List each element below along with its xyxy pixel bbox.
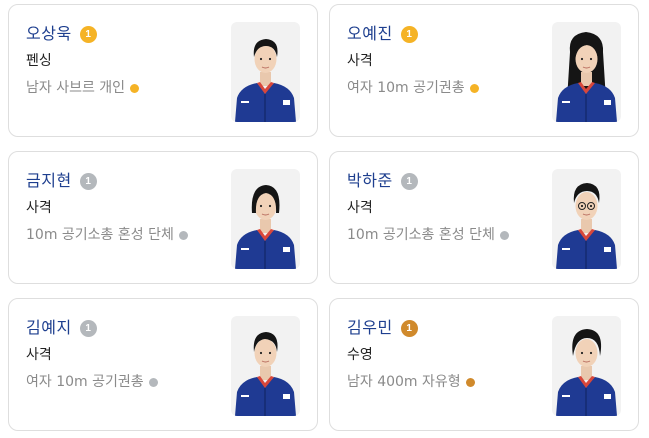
athlete-photo[interactable] [552, 316, 621, 416]
event-label: 여자 10m 공기권총 [26, 374, 144, 390]
medal-dot-icon [130, 83, 140, 93]
flag-patch [283, 247, 290, 252]
neck [581, 366, 592, 380]
eye-right [268, 204, 272, 208]
event-row: 10m 공기소총 혼성 단체 [347, 226, 509, 244]
sport-label: 사격 [347, 53, 373, 69]
event-label: 10m 공기소총 혼성 단체 [347, 227, 495, 243]
athlete-card[interactable]: 오예진 1 사격 여자 10m 공기권총 [329, 4, 639, 137]
athlete-photo[interactable] [231, 22, 300, 122]
name-row: 박하준 1 [347, 171, 418, 191]
medal-dot-icon [148, 377, 158, 387]
medal-badge: 1 [400, 319, 418, 337]
athlete-card[interactable]: 김예지 1 사격 여자 10m 공기권총 [8, 298, 318, 431]
eye-left [580, 351, 584, 355]
name-row: 오상욱 1 [26, 24, 97, 44]
portrait-illustration [556, 32, 617, 122]
neck [260, 72, 271, 86]
eye-right [589, 57, 593, 61]
face [254, 339, 277, 367]
event-row: 여자 10m 공기권총 [26, 373, 158, 391]
athlete-photo[interactable] [552, 22, 621, 122]
event-label: 여자 10m 공기권총 [347, 80, 465, 96]
event-label: 10m 공기소총 혼성 단체 [26, 227, 174, 243]
sport-label: 펜싱 [26, 53, 52, 69]
eye-right [268, 57, 272, 61]
neck [581, 219, 592, 233]
flag-patch [283, 394, 290, 399]
athlete-name[interactable]: 김예지 [26, 318, 72, 338]
event-label: 남자 400m 자유형 [347, 374, 461, 390]
event-row: 남자 사브르 개인 [26, 79, 140, 97]
eye-right [589, 204, 593, 208]
athlete-card[interactable]: 오상욱 1 펜싱 남자 사브르 개인 [8, 4, 318, 137]
event-row: 남자 400m 자유형 [347, 373, 475, 391]
athlete-name[interactable]: 김우민 [347, 318, 393, 338]
athlete-photo[interactable] [231, 169, 300, 269]
name-row: 금지현 1 [26, 171, 97, 191]
eye-left [580, 204, 584, 208]
portrait-illustration [556, 329, 617, 416]
medal-badge: 1 [79, 172, 97, 190]
portrait-illustration [235, 332, 296, 416]
eye-right [268, 351, 272, 355]
flag-patch [283, 100, 290, 105]
medal-dot-icon [499, 230, 509, 240]
sport-label: 사격 [26, 200, 52, 216]
medal-dot-icon [469, 83, 479, 93]
logo-patch [562, 101, 570, 103]
medal-badge: 1 [79, 319, 97, 337]
eye-left [259, 204, 263, 208]
name-row: 김예지 1 [26, 318, 97, 338]
portrait-illustration [235, 185, 296, 269]
athlete-card[interactable]: 금지현 1 사격 10m 공기소총 혼성 단체 [8, 151, 318, 284]
face [575, 339, 598, 367]
eye-left [580, 57, 584, 61]
athlete-name[interactable]: 오상욱 [26, 24, 72, 44]
medal-dot-icon [178, 230, 188, 240]
logo-patch [241, 248, 249, 250]
logo-patch [562, 395, 570, 397]
portrait-illustration [556, 183, 617, 269]
flag-patch [604, 100, 611, 105]
logo-patch [562, 248, 570, 250]
neck [260, 219, 271, 233]
eye-right [589, 351, 593, 355]
athlete-photo[interactable] [231, 316, 300, 416]
medal-badge: 1 [400, 25, 418, 43]
name-row: 오예진 1 [347, 24, 418, 44]
sport-label: 수영 [347, 347, 373, 363]
neck [260, 366, 271, 380]
athlete-card[interactable]: 박하준 1 사격 10m 공기소총 혼성 단체 [329, 151, 639, 284]
medal-dot-icon [465, 377, 475, 387]
eye-left [259, 351, 263, 355]
event-row: 여자 10m 공기권총 [347, 79, 479, 97]
logo-patch [241, 101, 249, 103]
logo-patch [241, 395, 249, 397]
medal-badge: 1 [400, 172, 418, 190]
eye-left [259, 57, 263, 61]
neck [581, 72, 592, 86]
athlete-name[interactable]: 오예진 [347, 24, 393, 44]
medal-badge: 1 [79, 25, 97, 43]
sport-label: 사격 [347, 200, 373, 216]
event-row: 10m 공기소총 혼성 단체 [26, 226, 188, 244]
sport-label: 사격 [26, 347, 52, 363]
portrait-illustration [235, 39, 296, 122]
flag-patch [604, 247, 611, 252]
athlete-card[interactable]: 김우민 1 수영 남자 400m 자유형 [329, 298, 639, 431]
athlete-name[interactable]: 박하준 [347, 171, 393, 191]
event-label: 남자 사브르 개인 [26, 80, 126, 96]
athlete-grid: 오상욱 1 펜싱 남자 사브르 개인 오예진 1 사격 여자 10m 공기권총 … [0, 0, 649, 438]
name-row: 김우민 1 [347, 318, 418, 338]
flag-patch [604, 394, 611, 399]
athlete-photo[interactable] [552, 169, 621, 269]
athlete-name[interactable]: 금지현 [26, 171, 72, 191]
